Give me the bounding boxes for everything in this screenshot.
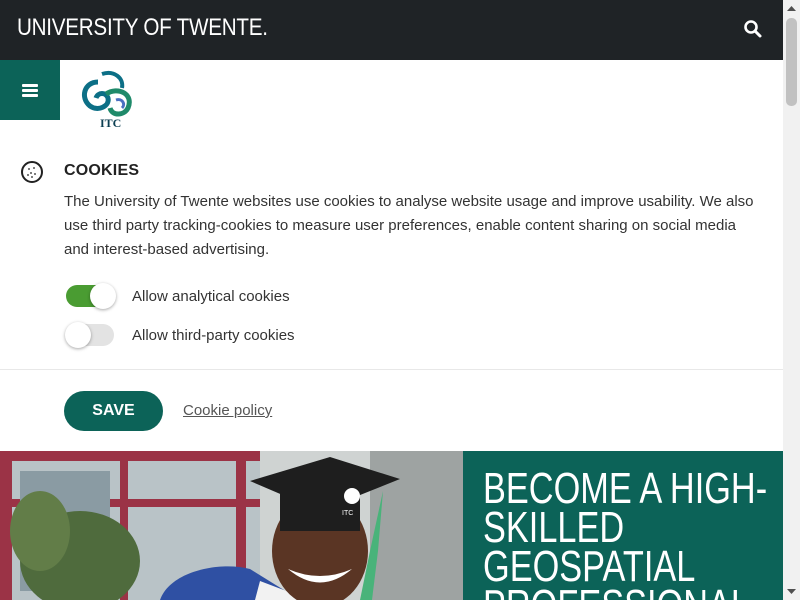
menu-button[interactable] [0, 60, 60, 120]
university-brand[interactable]: UNIVERSITY OF TWENTE. [17, 14, 268, 42]
search-icon [744, 20, 762, 38]
hero-text-panel: BECOME A HIGH-SKILLED GEOSPATIAL PROFESS… [463, 451, 783, 600]
cookie-title: COOKIES [64, 162, 140, 179]
hamburger-menu-icon [22, 84, 38, 87]
third-party-cookies-label: Allow third-party cookies [132, 326, 295, 344]
svg-text:ITC: ITC [100, 116, 121, 130]
save-button[interactable]: SAVE [64, 391, 163, 431]
cookie-icon [20, 160, 44, 184]
sub-header: ITC [0, 60, 783, 130]
third-party-cookies-toggle[interactable] [65, 322, 114, 348]
scroll-thumb[interactable] [786, 18, 797, 106]
scroll-down-arrow-icon[interactable] [783, 583, 800, 600]
itc-logo[interactable]: ITC [78, 68, 136, 130]
svg-text:ITC: ITC [342, 510, 353, 517]
cookie-consent-panel: COOKIES The University of Twente website… [0, 150, 783, 450]
analytical-cookies-label: Allow analytical cookies [132, 287, 290, 305]
hero-graduate-photo: ITC [0, 451, 463, 600]
divider [0, 369, 783, 370]
third-party-cookies-row: Allow third-party cookies [65, 321, 295, 349]
top-bar: UNIVERSITY OF TWENTE. [0, 0, 783, 60]
hero-title: BECOME A HIGH-SKILLED GEOSPATIAL PROFESS… [483, 464, 768, 600]
cookie-description: The University of Twente websites use co… [64, 193, 754, 258]
hero-banner: ITC BECOME A HIGH-SKILLED GEOSPATIAL PRO… [0, 451, 783, 600]
analytical-cookies-toggle[interactable] [66, 283, 116, 309]
page-scrollbar[interactable] [783, 0, 800, 600]
itc-logo-icon: ITC [81, 71, 132, 130]
analytical-cookies-row: Allow analytical cookies [66, 282, 290, 310]
search-button[interactable] [740, 14, 768, 44]
cookie-policy-link[interactable]: Cookie policy [183, 402, 272, 419]
scroll-up-arrow-icon[interactable] [783, 0, 800, 17]
